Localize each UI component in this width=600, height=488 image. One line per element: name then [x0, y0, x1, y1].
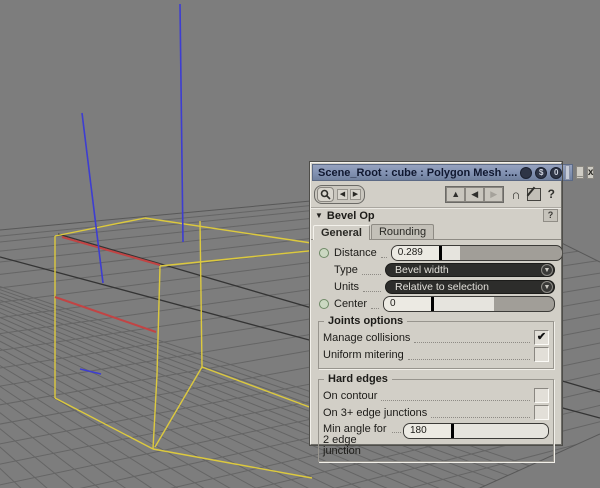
center-anim-toggle[interactable] [319, 299, 329, 309]
center-label: Center [334, 298, 367, 310]
min-angle-label: Min angle for 2 edge junction [323, 423, 392, 457]
info-icon[interactable]: 0 [550, 167, 562, 179]
collapse-icon[interactable]: ▼ [315, 211, 323, 220]
recycle-icon[interactable]: ∩ [511, 187, 520, 202]
uniform-mitering-checkbox[interactable] [534, 347, 549, 362]
titlebar-drag-area[interactable]: Scene_Root : cube : Polygon Mesh :... $ … [312, 164, 573, 181]
nav-forward-button[interactable]: ▶ [484, 187, 503, 202]
next-key-button[interactable]: ▶ [350, 189, 361, 200]
distance-value[interactable]: 0.289 [392, 246, 439, 260]
titlebar-grip [565, 165, 570, 180]
min-angle-slider[interactable]: 180 [403, 423, 549, 439]
center-row: Center 0 [317, 297, 555, 311]
op-help-button[interactable]: ? [543, 209, 558, 222]
animation-icon[interactable] [520, 167, 532, 179]
type-label: Type [334, 264, 358, 276]
edit-icon[interactable] [527, 188, 541, 201]
edge-junctions-checkbox[interactable] [534, 405, 549, 420]
panel-toolbar: ◀ ▶ ▲ ◀ ▶ ∩ ? [311, 181, 561, 208]
on-contour-label: On contour [323, 390, 377, 402]
prev-key-button[interactable]: ◀ [337, 189, 348, 200]
edge-junctions-label: On 3+ edge junctions [323, 407, 427, 419]
expression-icon[interactable]: $ [535, 167, 547, 179]
key-group: ◀ ▶ [314, 185, 365, 204]
panel-titlebar[interactable]: Scene_Root : cube : Polygon Mesh :... $ … [312, 164, 560, 181]
distance-anim-toggle[interactable] [319, 248, 329, 258]
op-name: Bevel Op [327, 210, 375, 222]
key-icon [320, 189, 331, 200]
tab-general[interactable]: General [313, 225, 370, 240]
group-title: Joints options [324, 315, 407, 327]
distance-label: Distance [334, 247, 377, 259]
chevron-down-icon[interactable]: ▼ [541, 264, 553, 276]
keyframe-button[interactable] [317, 187, 334, 202]
manage-collisions-checkbox[interactable]: ✔ [534, 330, 549, 345]
type-dropdown[interactable]: Bevel width ▼ [385, 263, 555, 277]
distance-slider[interactable]: 0.289 [391, 245, 563, 261]
center-slider-track[interactable] [434, 297, 554, 311]
center-value[interactable]: 0 [384, 297, 431, 311]
property-panel: Scene_Root : cube : Polygon Mesh :... $ … [310, 162, 562, 445]
uniform-mitering-label: Uniform mitering [323, 349, 404, 361]
joints-options-group: Joints options Manage collisions ✔ Unifo… [318, 321, 554, 369]
on-contour-checkbox[interactable] [534, 388, 549, 403]
units-dropdown[interactable]: Relative to selection ▼ [385, 280, 555, 294]
group-title: Hard edges [324, 373, 392, 385]
dotted-leader [363, 282, 381, 292]
units-row: Units Relative to selection ▼ [317, 280, 555, 294]
close-button[interactable]: x [587, 166, 595, 179]
center-slider[interactable]: 0 [383, 296, 555, 312]
chevron-down-icon[interactable]: ▼ [541, 281, 553, 293]
type-row: Type Bevel width ▼ [317, 263, 555, 277]
min-angle-slider-track[interactable] [454, 424, 548, 438]
distance-row: Distance 0.289 [317, 246, 555, 260]
units-value: Relative to selection [386, 281, 541, 293]
tab-bar: General Rounding [311, 224, 561, 240]
nav-up-button[interactable]: ▲ [446, 187, 465, 202]
minimize-button[interactable]: _ [576, 166, 584, 179]
bevel-op-header[interactable]: ▼ Bevel Op ? [311, 208, 561, 222]
on-contour-row: On contour [323, 388, 549, 403]
units-label: Units [334, 281, 359, 293]
dotted-leader [362, 265, 381, 275]
panel-title: Scene_Root : cube : Polygon Mesh :... [318, 167, 517, 179]
manage-collisions-row: Manage collisions ✔ [323, 330, 549, 345]
min-angle-row: Min angle for 2 edge junction 180 [323, 423, 549, 457]
hard-edges-group: Hard edges On contour On 3+ edge junctio… [318, 379, 554, 462]
type-value: Bevel width [386, 264, 541, 276]
dotted-leader [371, 299, 379, 309]
manage-collisions-label: Manage collisions [323, 332, 410, 344]
nav-group: ▲ ◀ ▶ [445, 186, 504, 203]
distance-slider-track[interactable] [442, 246, 562, 260]
toolbar-help-button[interactable]: ? [548, 187, 555, 201]
uniform-mitering-row: Uniform mitering [323, 347, 549, 362]
edge-junctions-row: On 3+ edge junctions [323, 405, 549, 420]
dotted-leader [381, 248, 387, 258]
nav-back-button[interactable]: ◀ [465, 187, 484, 202]
panel-content: Distance 0.289 Type Bevel width ▼ Units … [311, 240, 561, 462]
min-angle-value[interactable]: 180 [404, 424, 451, 438]
tab-rounding[interactable]: Rounding [371, 224, 434, 239]
